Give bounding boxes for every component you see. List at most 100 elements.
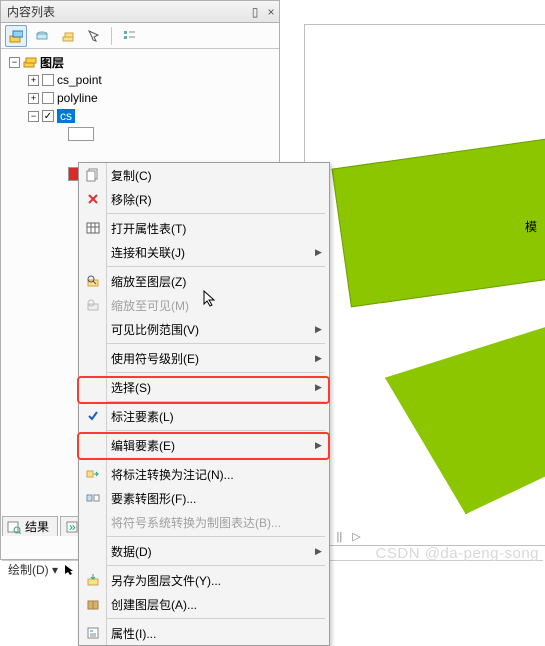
submenu-arrow-icon: ▶ xyxy=(315,247,329,258)
menu-item[interactable]: 复制(C) xyxy=(79,163,329,187)
map-label: 模 xyxy=(525,218,537,235)
menu-item-label: 另存为图层文件(Y)... xyxy=(107,572,315,589)
menu-item-label: 复制(C) xyxy=(107,167,315,184)
submenu-arrow-icon: ▶ xyxy=(315,324,329,335)
menu-item[interactable]: 打开属性表(T) xyxy=(79,216,329,240)
layers-icon xyxy=(23,55,37,69)
layer-label-selected: cs xyxy=(57,109,75,123)
menu-item[interactable]: 将标注转换为注记(N)... xyxy=(79,462,329,486)
tree-layer-row[interactable]: − ✓ cs xyxy=(3,107,277,125)
layer-checkbox[interactable] xyxy=(42,92,54,104)
zoom-visible-icon xyxy=(79,298,107,312)
menu-item-label: 选择(S) xyxy=(107,379,315,396)
menu-item[interactable]: 数据(D)▶ xyxy=(79,539,329,563)
menu-item-label: 打开属性表(T) xyxy=(107,220,315,237)
layer-label: cs_point xyxy=(57,73,102,87)
menu-item[interactable]: 移除(R) xyxy=(79,187,329,211)
menu-item-label: 连接和关联(J) xyxy=(107,244,315,261)
toolbar-separator xyxy=(111,27,112,45)
zoom-layer-icon xyxy=(79,274,107,288)
menu-item-label: 可见比例范围(V) xyxy=(107,321,315,338)
root-label: 图层 xyxy=(40,54,64,71)
results-icon xyxy=(7,520,21,534)
pointer-tool[interactable] xyxy=(64,564,76,576)
save-layer-icon xyxy=(79,573,107,587)
menu-separator xyxy=(107,372,325,373)
menu-item[interactable]: 属性(I)... xyxy=(79,621,329,645)
tree-swatch-row xyxy=(3,125,277,143)
menu-item[interactable]: 缩放至图层(Z) xyxy=(79,269,329,293)
menu-item-label: 标注要素(L) xyxy=(107,408,315,425)
menu-item-label: 要素转图形(F)... xyxy=(107,490,315,507)
tab-label: 结果 xyxy=(25,518,49,535)
tab-results[interactable]: 结果 xyxy=(2,516,58,536)
menu-item-label: 将标注转换为注记(N)... xyxy=(107,466,315,483)
next-extent-button[interactable]: ▷ xyxy=(352,530,360,543)
collapse-icon[interactable]: − xyxy=(28,111,39,122)
submenu-arrow-icon: ▶ xyxy=(315,353,329,364)
menu-item: 将符号系统转换为制图表达(B)... xyxy=(79,510,329,534)
menu-separator xyxy=(107,618,325,619)
menu-item[interactable]: 使用符号级别(E)▶ xyxy=(79,346,329,370)
menu-item[interactable]: 选择(S)▶ xyxy=(79,375,329,399)
close-icon[interactable]: × xyxy=(263,5,279,19)
pin-icon[interactable]: ▯ xyxy=(247,5,263,19)
layer-context-menu: 复制(C)移除(R)打开属性表(T)连接和关联(J)▶缩放至图层(Z)缩放至可见… xyxy=(78,162,330,646)
menu-item[interactable]: 编辑要素(E)▶ xyxy=(79,433,329,457)
menu-separator xyxy=(107,565,325,566)
symbol-swatch[interactable] xyxy=(68,127,94,141)
layer-checkbox[interactable]: ✓ xyxy=(42,110,54,122)
panel-title-bar: 内容列表 ▯ × xyxy=(1,1,279,23)
menu-item-label: 使用符号级别(E) xyxy=(107,350,315,367)
features-to-graphics-icon xyxy=(79,491,107,505)
menu-separator xyxy=(107,401,325,402)
menu-item[interactable]: 要素转图形(F)... xyxy=(79,486,329,510)
list-by-visibility-button[interactable] xyxy=(57,25,79,47)
menu-item-label: 移除(R) xyxy=(107,191,315,208)
menu-item-label: 创建图层包(A)... xyxy=(107,596,315,613)
tree-root[interactable]: − 图层 xyxy=(3,53,277,71)
submenu-arrow-icon: ▶ xyxy=(315,382,329,393)
expand-icon[interactable]: + xyxy=(28,93,39,104)
menu-item[interactable]: 连接和关联(J)▶ xyxy=(79,240,329,264)
layer-checkbox[interactable] xyxy=(42,74,54,86)
menu-separator xyxy=(107,459,325,460)
menu-item[interactable]: 另存为图层文件(Y)... xyxy=(79,568,329,592)
menu-item: 缩放至可见(M) xyxy=(79,293,329,317)
menu-separator xyxy=(107,536,325,537)
remove-icon xyxy=(79,192,107,206)
menu-item[interactable]: 创建图层包(A)... xyxy=(79,592,329,616)
collapse-icon[interactable]: − xyxy=(9,57,20,68)
tree-layer-row[interactable]: + cs_point xyxy=(3,71,277,89)
menu-separator xyxy=(107,213,325,214)
python-icon: » xyxy=(65,520,79,534)
menu-item[interactable]: 标注要素(L) xyxy=(79,404,329,428)
menu-item-label: 缩放至可见(M) xyxy=(107,297,315,314)
menu-item[interactable]: 可见比例范围(V)▶ xyxy=(79,317,329,341)
options-button[interactable] xyxy=(118,25,140,47)
list-by-selection-button[interactable] xyxy=(83,25,105,47)
menu-item-label: 编辑要素(E) xyxy=(107,437,315,454)
table-icon xyxy=(79,221,107,235)
expand-icon[interactable]: + xyxy=(28,75,39,86)
check-icon xyxy=(79,410,107,422)
list-by-source-button[interactable] xyxy=(31,25,53,47)
submenu-arrow-icon: ▶ xyxy=(315,546,329,557)
menu-item-label: 属性(I)... xyxy=(107,625,315,642)
layer-label: polyline xyxy=(57,91,98,105)
menu-separator xyxy=(107,430,325,431)
pause-button[interactable]: || xyxy=(336,531,342,543)
menu-item-label: 数据(D) xyxy=(107,543,315,560)
menu-item-label: 将符号系统转换为制图表达(B)... xyxy=(107,514,315,531)
draw-menu[interactable]: 绘制(D) ▾ xyxy=(8,561,58,578)
menu-separator xyxy=(107,343,325,344)
menu-item-label: 缩放至图层(Z) xyxy=(107,273,315,290)
list-by-drawing-order-button[interactable] xyxy=(5,25,27,47)
tree-layer-row[interactable]: + polyline xyxy=(3,89,277,107)
menu-separator xyxy=(107,266,325,267)
copy-icon xyxy=(79,168,107,182)
svg-text:»: » xyxy=(69,520,76,534)
panel-title: 内容列表 xyxy=(7,3,247,20)
properties-icon xyxy=(79,626,107,640)
convert-annotation-icon xyxy=(79,467,107,481)
